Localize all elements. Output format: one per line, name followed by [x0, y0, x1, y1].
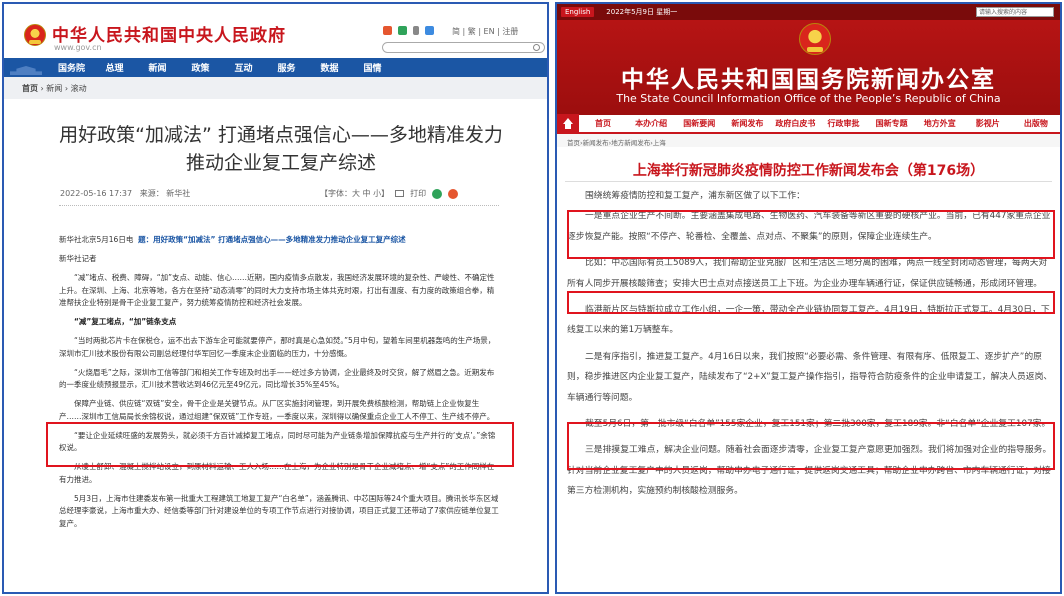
site-url: www.gov.cn	[54, 43, 102, 52]
breadcrumb-sub[interactable]: 滚动	[71, 84, 87, 93]
paragraph: “当时两批芯片卡在保税仓，运不出去下游车企可能就要停产，那时真是心急如焚。”5月…	[59, 336, 496, 358]
paragraph: 三是排摸复工难点，解决企业问题。随着社会面逐步清零，企业复工复产意愿更加强烈。我…	[567, 445, 1052, 497]
current-date: 2022年5月9日 星期一	[606, 8, 678, 16]
mobile-icon[interactable]	[413, 26, 419, 35]
nav-item-zongli[interactable]: 总理	[93, 61, 136, 74]
top-bar: English 2022年5月9日 星期一 请输入搜索的内容	[557, 4, 1060, 20]
site-header: 中华人民共和国中央人民政府 www.gov.cn 简 | 繁 | EN | 注册	[4, 4, 547, 58]
paragraph: 二是有序指引，推进复工复产。4月16日以来，我们按照“必要必需、条件管理、有限有…	[567, 351, 1053, 403]
main-nav: 国务院 总理 新闻 政策 互动 服务 数据 国情	[4, 58, 547, 77]
title-divider	[565, 181, 1052, 182]
search-icon[interactable]	[533, 44, 540, 51]
paragraph: 截至5月6日，第一批市级“白名单”155家企业，复工151家；第二批300家，复…	[585, 419, 1051, 430]
nav-item-guoqing[interactable]: 国情	[351, 61, 394, 74]
breadcrumb: 首页 › 新闻 › 滚动	[4, 77, 547, 99]
weibo-share-icon[interactable]	[448, 188, 459, 199]
paragraph: 5月3日，上海市住建委发布第一批重大工程建筑工地复工复产“白名单”，涵盖腾讯、中…	[59, 493, 499, 528]
paragraph: 保障产业链、供应链“双链”安全，骨干企业是关键节点。从厂区实施封闭管理，到开展免…	[59, 399, 495, 421]
nav-item-press[interactable]: 新闻发布	[723, 118, 771, 129]
nav-item-about[interactable]: 本办介绍	[627, 118, 675, 129]
paragraph: “火烧眉毛”之际，深圳市工信等部门和相关工作专班及时出手——经过多方协调，企业最…	[59, 367, 495, 390]
nav-item-whitepaper[interactable]: 政府白皮书	[771, 118, 819, 129]
share-icons	[383, 26, 434, 35]
nav-item-news[interactable]: 国新要闻	[675, 118, 723, 129]
tiananmen-skyline-icon	[4, 58, 50, 77]
header-links[interactable]: 简 | 繁 | EN | 注册	[452, 26, 518, 37]
paragraph: 新华社北京5月16日电 题：用好政策“加减法” 打通堵点强信心——多地精准发力推…	[59, 235, 406, 244]
article-meta: 2022-05-16 17:37 来源： 新华社	[60, 188, 190, 199]
app-icon[interactable]	[425, 26, 434, 35]
site-name-en: The State Council Information Office of …	[616, 92, 1001, 105]
article-title: 用好政策“加减法” 打通堵点强信心——多地精准发力推动企业复工复产综述	[59, 124, 503, 174]
english-button[interactable]: English	[561, 7, 595, 17]
nav-item-approval[interactable]: 行政审批	[819, 118, 867, 129]
main-nav: 首页 本办介绍 国新要闻 新闻发布 政府白皮书 行政审批 国新专题 地方外宣 影…	[557, 114, 1060, 134]
gov-site-panel: 中华人民共和国中央人民政府 www.gov.cn 简 | 繁 | EN | 注册…	[2, 2, 549, 594]
meta-divider	[59, 205, 499, 206]
search-input[interactable]	[382, 42, 545, 53]
section-heading: “减”复工堵点，“加”链条支点	[74, 317, 177, 326]
wechat-share-icon[interactable]	[432, 188, 443, 199]
article-source: 来源： 新华社	[139, 189, 191, 198]
home-icon[interactable]	[557, 114, 579, 133]
paragraph: 新华社记者	[59, 254, 97, 263]
nav-item-guowuyuan[interactable]: 国务院	[50, 61, 93, 74]
paragraph: 比如：中芯国际有员工5089人，我们帮助企业克服厂区和生活区三地分离的困难，两点…	[567, 258, 1048, 289]
nav-item-shuju[interactable]: 数据	[308, 61, 351, 74]
paragraph: “减”堵点、税费、障碍，“加”支点、动能、信心……近期，国内疫情多点散发，我国经…	[59, 273, 495, 307]
breadcrumb[interactable]: 首页›新闻发布›地方新闻发布›上海	[557, 134, 1060, 147]
national-emblem-icon	[799, 23, 831, 55]
print-link[interactable]: 打印	[410, 188, 426, 199]
breadcrumb-home[interactable]: 首页	[22, 84, 38, 93]
nav-item-topics[interactable]: 国新专题	[868, 118, 916, 129]
print-icon[interactable]	[395, 190, 405, 197]
site-name-cn: 中华人民共和国国务院新闻办公室	[621, 67, 996, 93]
paragraph: 一是重点企业生产不间断。主要涵盖集成电路、生物医药、汽车装备等新区重要的硬核产业…	[567, 211, 1051, 242]
article-headline-link[interactable]: 题：用好政策“加减法” 打通堵点强信心——多地精准发力推动企业复工复产综述	[138, 235, 405, 244]
breadcrumb-section[interactable]: 新闻	[46, 84, 62, 93]
nav-item-film[interactable]: 影视片	[964, 118, 1012, 129]
site-banner: 中华人民共和国国务院新闻办公室 The State Council Inform…	[557, 20, 1060, 115]
nav-item-home[interactable]: 首页	[579, 118, 627, 129]
paragraph: 临港新片区与特斯拉成立工作小组，一企一策，带动全产业链协同复工复产。4月19日，…	[567, 305, 1050, 336]
article-tools: 【字体：大 中 小】 打印	[320, 188, 459, 199]
article-body: 新华社北京5月16日电 题：用好政策“加减法” 打通堵点强信心——多地精准发力推…	[59, 234, 499, 537]
nav-item-publications[interactable]: 出版物	[1012, 118, 1060, 129]
weibo-icon[interactable]	[383, 26, 392, 35]
search-input[interactable]: 请输入搜索的内容	[976, 7, 1054, 17]
paragraph: 围绕统筹疫情防控和复工复产，浦东新区做了以下工作：	[585, 191, 805, 201]
article-body: 围绕统筹疫情防控和复工复产，浦东新区做了以下工作： 一是重点企业生产不间断。主要…	[567, 186, 1055, 508]
national-emblem-icon	[24, 24, 46, 46]
article-title: 上海举行新冠肺炎疫情防控工作新闻发布会（第176场）	[632, 163, 985, 179]
paragraph: “要让企业延续旺盛的发展势头，就必须千方百计减掉复工堵点，同时尽可能为产业链条增…	[59, 430, 496, 453]
scio-site-panel: English 2022年5月9日 星期一 请输入搜索的内容 中华人民共和国国务…	[555, 2, 1062, 594]
nav-item-hudong[interactable]: 互动	[222, 61, 265, 74]
article-date: 2022-05-16 17:37	[60, 189, 133, 198]
paragraph: 从凌士舒卸、混凝土搅拌站设立，到原材料运输、工人入场……在上海，为企业特别是骨干…	[59, 462, 495, 484]
wechat-icon[interactable]	[398, 26, 407, 35]
nav-item-local[interactable]: 地方外宣	[916, 118, 964, 129]
nav-item-xinwen[interactable]: 新闻	[136, 61, 179, 74]
nav-item-zhengce[interactable]: 政策	[179, 61, 222, 74]
nav-item-fuwu[interactable]: 服务	[265, 61, 308, 74]
font-size-control[interactable]: 【字体：大 中 小】	[320, 188, 389, 199]
